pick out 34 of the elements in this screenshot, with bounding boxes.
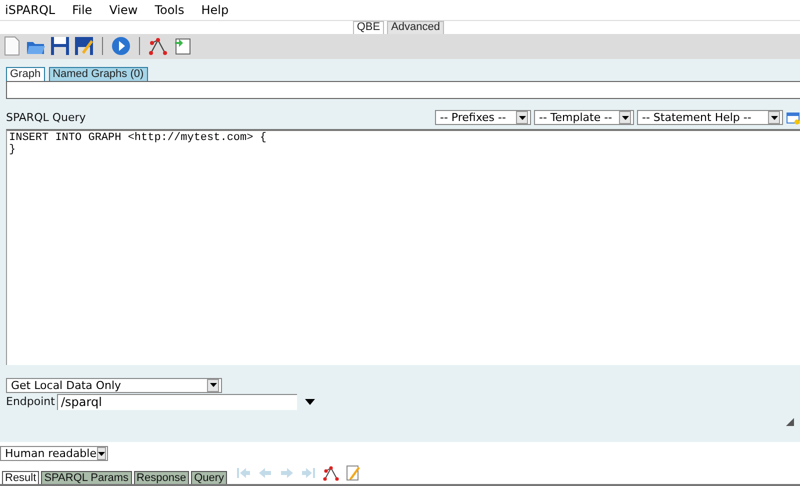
result-format-select[interactable]: Human readable [0, 446, 108, 462]
graph-tab[interactable]: Graph [6, 66, 45, 81]
prefixes-select[interactable]: -- Prefixes -- [435, 110, 531, 126]
import-icon[interactable] [172, 36, 192, 56]
graph-field[interactable] [6, 80, 800, 99]
query-label: SPARQL Query [6, 111, 87, 124]
data-source-select[interactable]: Get Local Data Only [6, 378, 222, 393]
mode-tab[interactable]: QBE [352, 20, 384, 34]
result-tab[interactable]: Query [191, 471, 228, 484]
result-tab[interactable]: Result [2, 471, 40, 484]
save-icon[interactable] [50, 36, 70, 56]
save-as-icon[interactable] [74, 36, 94, 56]
query-editor[interactable]: INSERT INTO GRAPH <http://mytest.com> { } [6, 128, 800, 365]
menu-item[interactable]: File [72, 2, 92, 17]
result-tab[interactable]: Response [134, 471, 190, 484]
menu-item[interactable]: Help [201, 2, 229, 17]
run-icon[interactable] [111, 36, 131, 56]
edit-icon[interactable] [345, 464, 362, 481]
endpoint-field[interactable]: /sparql [56, 394, 297, 410]
template-select[interactable]: -- Template -- [534, 110, 634, 126]
graph-icon[interactable] [148, 36, 168, 56]
result-tab[interactable]: SPARQL Params [41, 471, 132, 484]
new-file-icon[interactable] [2, 36, 22, 56]
menu-item[interactable]: iSPARQL [5, 2, 56, 17]
endpoint-label: Endpoint [6, 395, 55, 408]
statement-help-select[interactable]: -- Statement Help -- [637, 110, 783, 126]
graph-icon[interactable] [323, 464, 340, 481]
graph-tab[interactable]: Named Graphs (0) [48, 66, 148, 81]
menu-item[interactable]: Tools [154, 2, 184, 17]
mode-tab[interactable]: Advanced [387, 20, 444, 34]
menu-item[interactable]: View [109, 2, 138, 17]
resize-grip-icon[interactable] [786, 418, 794, 426]
dropdown-arrow-icon[interactable] [304, 398, 315, 405]
window-icon[interactable] [786, 110, 800, 125]
